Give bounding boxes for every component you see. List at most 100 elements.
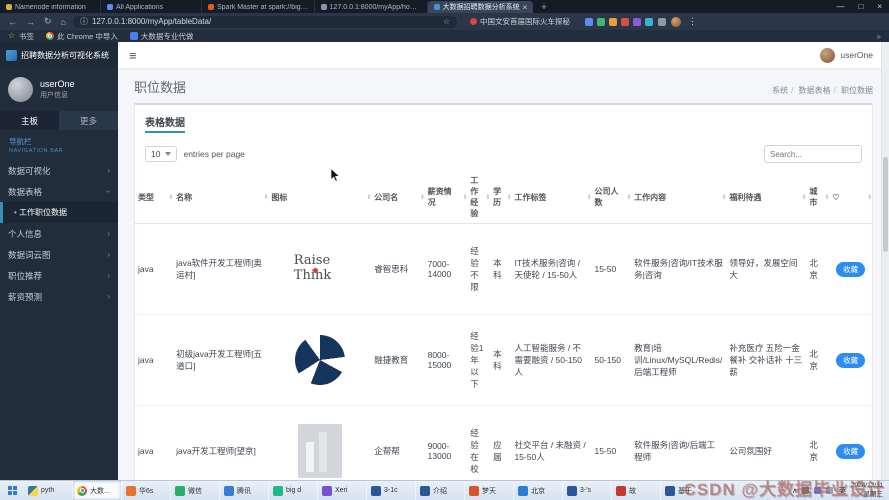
sort-icon[interactable] — [803, 194, 806, 200]
reload-icon[interactable]: ↻ — [42, 16, 54, 27]
sidebar-menu-item[interactable]: 职位推荐 › — [0, 265, 118, 286]
sort-icon[interactable] — [265, 194, 268, 200]
table-header-cell[interactable]: 图标 — [268, 171, 371, 224]
table-header-cell[interactable]: 类型 — [135, 171, 173, 224]
minimize-button[interactable]: — — [829, 0, 851, 13]
site-info-icon[interactable]: ⓘ — [80, 16, 88, 27]
taskbar-app[interactable]: 大数... — [73, 481, 122, 500]
app-brand[interactable]: 招聘数据分析可视化系统 — [0, 42, 118, 68]
forward-icon[interactable]: → — [24, 17, 37, 27]
sort-icon[interactable] — [170, 194, 173, 200]
new-tab-button[interactable]: + — [537, 1, 550, 13]
sort-icon[interactable] — [588, 194, 591, 200]
hamburger-icon[interactable]: ≡ — [118, 48, 148, 63]
table-header-cell[interactable]: 工作标签 — [511, 171, 591, 224]
extension-icon[interactable] — [621, 18, 629, 26]
breadcrumb-item[interactable]: 系统 — [772, 85, 788, 96]
favorite-button[interactable]: 收藏 — [836, 353, 865, 368]
table-header-cell[interactable]: ♡ — [829, 171, 872, 224]
browser-tab[interactable]: Spark Master at spark://big… × — [202, 1, 315, 13]
sidebar-menu-item[interactable]: 数据词云图 › — [0, 244, 118, 265]
taskbar-app[interactable]: 3-1c — [367, 481, 416, 500]
scrollbar-thumb[interactable] — [883, 157, 888, 252]
cell-education: 本科 — [490, 315, 511, 406]
table-body: java java软件开发工程师[奥运村] Raise Think 睿智思科 7… — [135, 224, 872, 482]
taskbar-app[interactable]: pyth — [24, 481, 73, 500]
table-header-cell[interactable]: 学历 — [490, 171, 511, 224]
taskbar-app[interactable]: Xeri — [318, 481, 367, 500]
search-input[interactable] — [764, 145, 862, 163]
browser-tab[interactable]: 大数据招聘数据分析系统 × — [428, 1, 534, 13]
sidebar-menu-item[interactable]: 个人信息 › — [0, 223, 118, 244]
home-icon[interactable]: ⌂ — [59, 17, 68, 27]
bookmark-item[interactable]: 书签 — [8, 31, 34, 42]
table-header-cell[interactable]: 工作内容 — [631, 171, 726, 224]
sidebar-menu-item[interactable]: 数据表格 › — [0, 181, 118, 202]
sort-icon[interactable] — [868, 194, 871, 200]
taskbar-app[interactable]: 华6s — [122, 481, 171, 500]
address-bar[interactable]: ⓘ 127.0.0.1:8000/myApp/tableData/ ☆ — [73, 16, 457, 28]
bookmark-star-icon[interactable]: ☆ — [443, 17, 450, 26]
sort-icon[interactable] — [487, 194, 490, 200]
extension-icon[interactable] — [597, 18, 605, 26]
sidebar-menu-item[interactable]: 薪资预测 › — [0, 286, 118, 307]
taskbar-app[interactable]: 微信 — [171, 481, 220, 500]
column-label: 学历 — [493, 187, 501, 207]
table-header-cell[interactable]: 福利待遇 — [726, 171, 806, 224]
browser-profile-avatar[interactable] — [671, 17, 681, 27]
table-header-cell[interactable]: 名称 — [173, 171, 268, 224]
taskbar-app[interactable]: big d — [269, 481, 318, 500]
browser-tab[interactable]: Namenode information × — [0, 1, 101, 13]
bookmark-item[interactable]: 此 Chrome 中导入 — [46, 31, 118, 42]
tab-favicon — [434, 4, 440, 10]
favorite-button[interactable]: 收藏 — [836, 444, 865, 459]
sort-icon[interactable] — [628, 194, 631, 200]
page-size-select[interactable]: 10 — [145, 146, 177, 162]
column-label: 公司名 — [374, 193, 398, 202]
taskbar-app[interactable]: 梦天 — [465, 481, 514, 500]
extension-icon[interactable] — [585, 18, 593, 26]
table-header-cell[interactable]: 公司人数 — [591, 171, 631, 224]
taskbar-app[interactable]: 腾讯 — [220, 481, 269, 500]
sort-icon[interactable] — [508, 194, 511, 200]
extensions-puzzle-icon[interactable] — [658, 18, 666, 26]
taskbar-app[interactable]: 故 — [612, 481, 661, 500]
extension-icon[interactable] — [609, 18, 617, 26]
tab-close-icon[interactable]: × — [523, 3, 528, 12]
sidebar-tab[interactable]: 主板 — [0, 111, 59, 130]
breadcrumb-item[interactable]: 数据表格 — [788, 85, 830, 96]
sort-icon[interactable] — [368, 194, 371, 200]
sidebar-tab[interactable]: 更多 — [59, 111, 118, 130]
sort-icon[interactable] — [826, 194, 829, 200]
browser-tab[interactable]: 127.0.0.1:8000/myApp/home/ × — [315, 1, 428, 13]
taskbar-app[interactable]: 介绍 — [416, 481, 465, 500]
browser-tab[interactable]: All Applications × — [101, 1, 202, 13]
close-button[interactable]: × — [870, 0, 889, 13]
table-header-cell[interactable]: 公司名 — [371, 171, 424, 224]
breadcrumb-item[interactable]: 职位数据 — [831, 85, 873, 96]
extension-icon[interactable] — [633, 18, 641, 26]
sort-icon[interactable] — [723, 194, 726, 200]
navbar-user[interactable]: userOne — [820, 48, 889, 63]
taskbar-app-label: 微信 — [188, 486, 202, 496]
browser-menu-icon[interactable]: ⋮ — [686, 16, 699, 27]
vertical-scrollbar[interactable] — [881, 42, 889, 481]
sort-icon[interactable] — [464, 194, 467, 200]
table-header-cell[interactable]: 城市 — [806, 171, 829, 224]
sidebar-menu-item[interactable]: 数据可视化 › — [0, 160, 118, 181]
extension-icon[interactable] — [645, 18, 653, 26]
start-button[interactable] — [0, 481, 24, 500]
favorite-button[interactable]: 收藏 — [836, 262, 865, 277]
table-header-cell[interactable]: 工作经验 — [467, 171, 490, 224]
maximize-button[interactable]: □ — [851, 0, 870, 13]
back-icon[interactable]: ← — [6, 17, 19, 27]
taskbar-app[interactable]: 北京 — [514, 481, 563, 500]
bookmarks-overflow-icon[interactable]: » — [877, 32, 881, 41]
bookmark-item[interactable]: 大数据专业代做 — [130, 31, 194, 42]
sidebar-menu-item[interactable]: 工作职位数据 — [0, 202, 118, 223]
sort-icon[interactable] — [421, 194, 424, 200]
toolbar-promo[interactable]: 中国文安首届国际火车探秘 — [470, 16, 570, 27]
cell-welfare: 公司氛围好 — [726, 406, 806, 482]
taskbar-app[interactable]: 3-'s — [563, 481, 612, 500]
table-header-cell[interactable]: 薪资情况 — [425, 171, 468, 224]
